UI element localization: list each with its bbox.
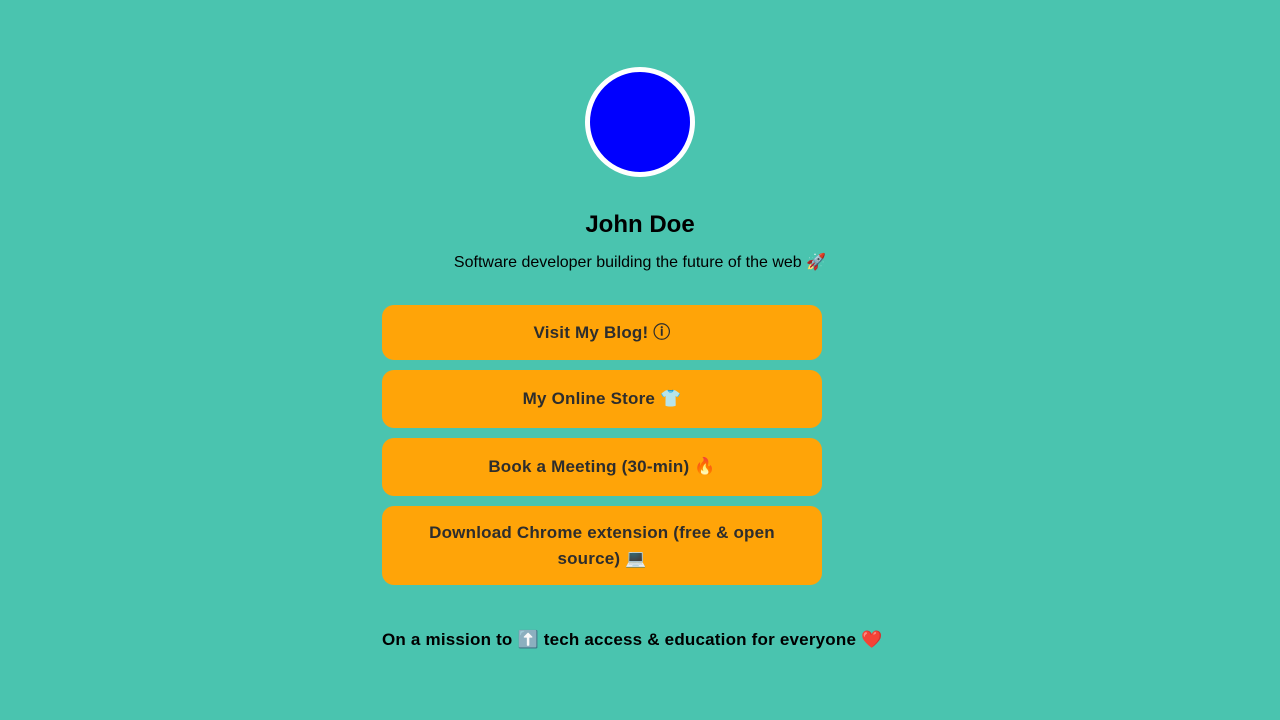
profile-name: John Doe (585, 211, 695, 238)
mission-statement: On a mission to ⬆️ tech access & educati… (382, 630, 883, 649)
chrome-extension-link-button[interactable]: Download Chrome extension (free & open s… (382, 506, 822, 585)
avatar (585, 67, 695, 177)
book-meeting-link-button[interactable]: Book a Meeting (30-min) 🔥 (382, 438, 822, 496)
online-store-link-button[interactable]: My Online Store 👕 (382, 370, 822, 428)
profile-bio: Software developer building the future o… (453, 254, 827, 271)
link-list: Visit My Blog! ⓘ My Online Store 👕 Book … (382, 305, 822, 595)
blog-link-button[interactable]: Visit My Blog! ⓘ (382, 305, 822, 360)
link-page: John Doe Software developer building the… (0, 0, 1280, 720)
